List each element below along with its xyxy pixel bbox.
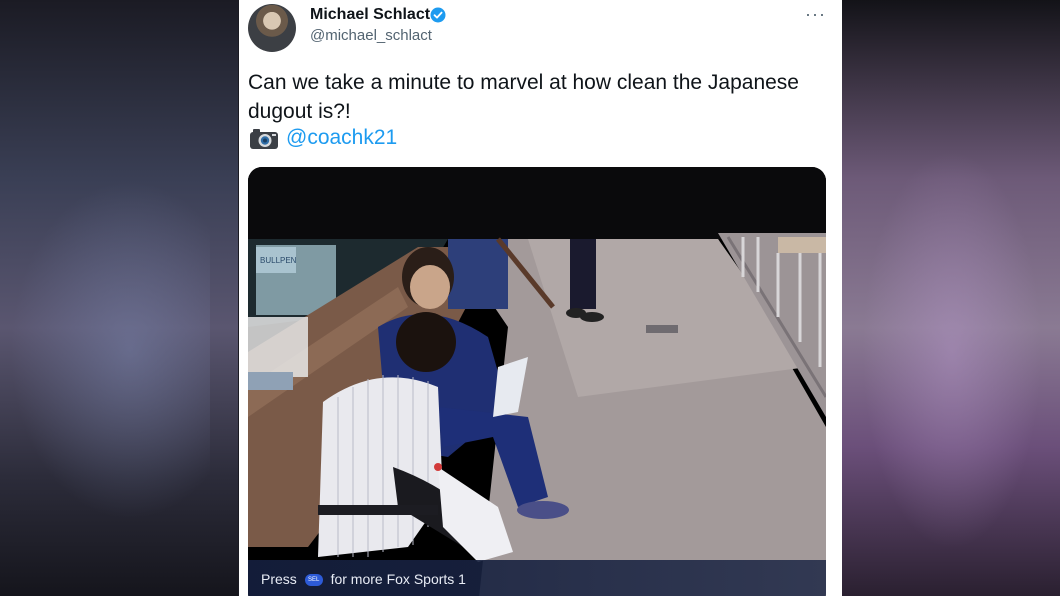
overlay-prefix: Press — [261, 571, 297, 587]
verified-badge-icon — [430, 7, 446, 23]
tweet-media-video[interactable]: BULLPEN Press SEL for more Fox Sports 1 — [248, 167, 826, 596]
dugout-scene-image: BULLPEN — [248, 167, 826, 596]
author-name[interactable]: Michael Schlact — [310, 6, 430, 24]
author-handle[interactable]: @michael_schlact — [310, 27, 432, 44]
bullpen-sign-label: BULLPEN — [260, 256, 297, 265]
camera-icon — [250, 129, 278, 149]
tweet-card: Michael Schlact @michael_schlact ··· Can… — [239, 0, 842, 596]
more-options-icon[interactable]: ··· — [805, 4, 826, 25]
overlay-suffix: for more Fox Sports 1 — [330, 571, 466, 587]
mention-link[interactable]: @coachk21 — [286, 126, 397, 150]
tweet-text: Can we take a minute to marvel at how cl… — [248, 71, 799, 123]
blurred-background-right — [842, 0, 1060, 596]
blurred-background-left — [0, 0, 238, 596]
tv-overlay-text: Press SEL for more Fox Sports 1 — [261, 571, 466, 587]
select-button-icon: SEL — [304, 574, 323, 587]
author-avatar[interactable] — [248, 4, 296, 52]
